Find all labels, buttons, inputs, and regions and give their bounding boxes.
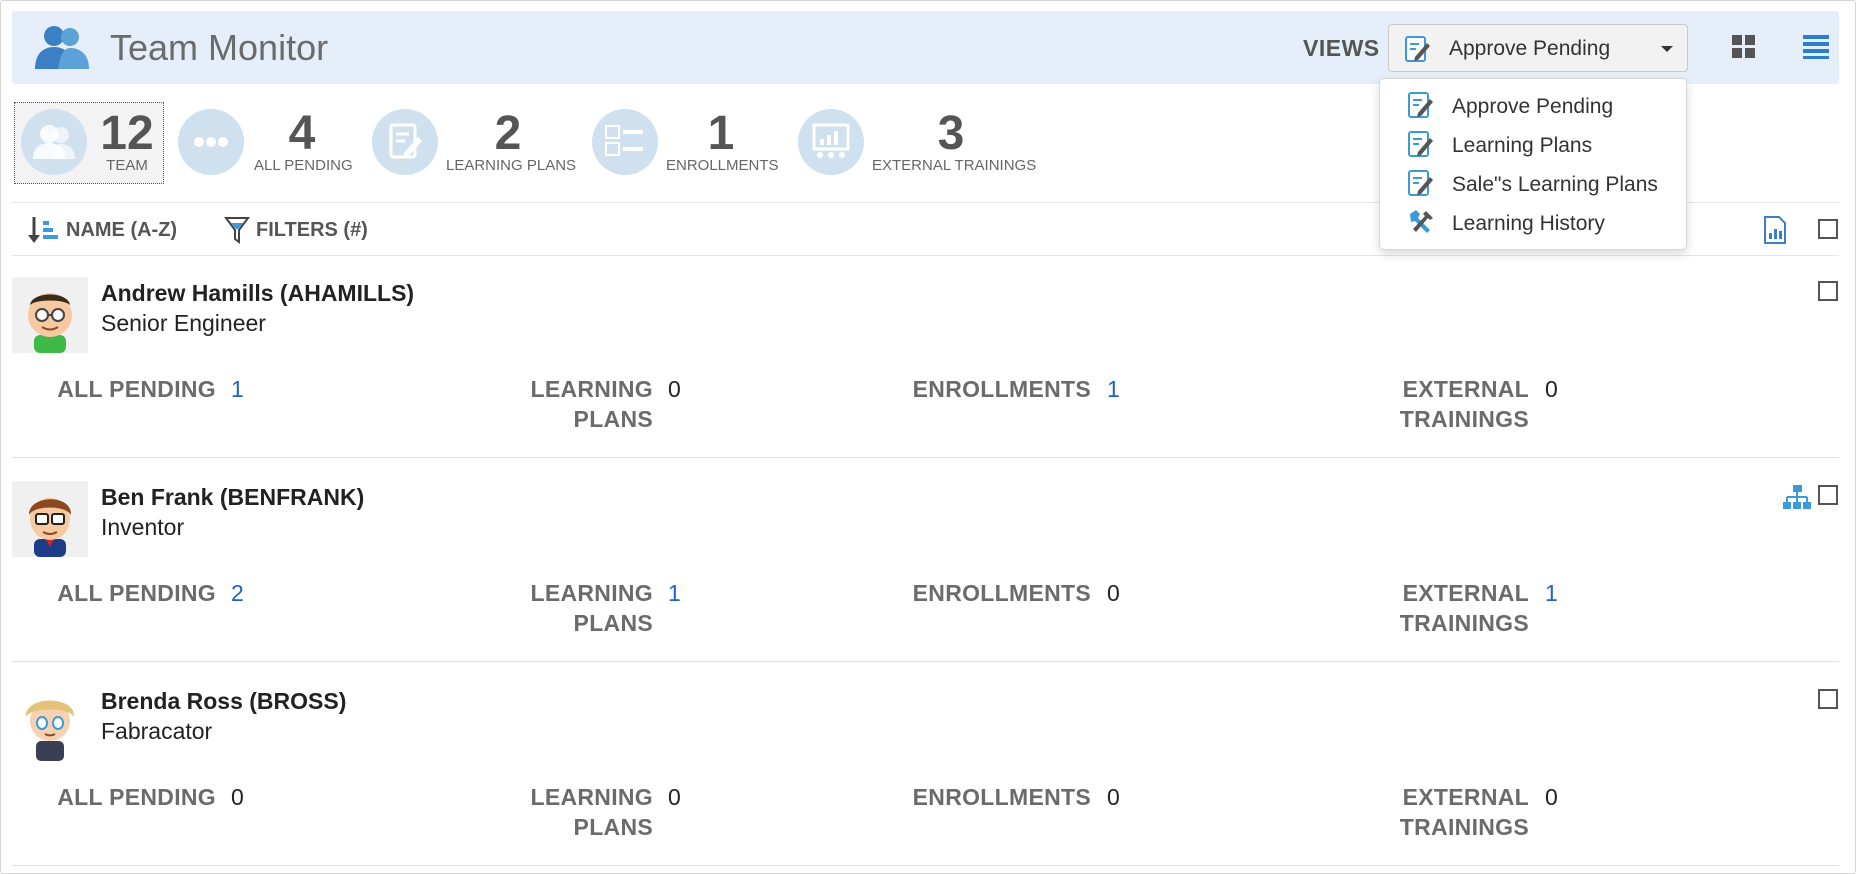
filter-button[interactable]: FILTERS (#) — [224, 215, 368, 245]
menu-item-learning-history[interactable]: Learning History — [1380, 204, 1686, 240]
metric-label-enrollments: ENROLLMENTS — [912, 580, 1091, 606]
person-role: Fabracator — [101, 718, 213, 744]
metric-value-all-pending[interactable]: 1 — [231, 374, 244, 404]
row-checkbox[interactable] — [1818, 281, 1838, 301]
metric-label-external-trainings: EXTERNAL TRAININGS — [1399, 376, 1529, 432]
metric-label-learning-plans: LEARNING PLANS — [530, 784, 653, 840]
sort-label: NAME (A-Z) — [66, 219, 178, 241]
metric-label-learning-plans: LEARNING PLANS — [530, 376, 653, 432]
select-all-checkbox[interactable] — [1818, 219, 1838, 239]
metric-value-learning-plans: 0 — [668, 784, 681, 810]
divider — [12, 457, 1839, 458]
menu-item-label: Sale"s Learning Plans — [1452, 173, 1658, 196]
menu-item-approve-pending[interactable]: Approve Pending — [1380, 87, 1686, 123]
edit-document-icon — [1408, 170, 1433, 196]
edit-document-icon — [1408, 131, 1433, 157]
metric-label-all-pending: ALL PENDING — [57, 376, 216, 402]
app-title: Team Monitor — [110, 27, 329, 68]
metric-label-enrollments: ENROLLMENTS — [912, 376, 1091, 402]
all-pending-label: ALL PENDING — [254, 157, 353, 174]
avatar — [12, 277, 88, 353]
team-count: 12 — [100, 107, 154, 160]
report-icon[interactable] — [1763, 216, 1787, 244]
metric-label-all-pending: ALL PENDING — [57, 580, 216, 606]
metric-value-learning-plans: 0 — [668, 376, 681, 402]
metric-value-enrollments: 0 — [1107, 580, 1120, 606]
enrollments-label: ENROLLMENTS — [666, 157, 779, 174]
avatar — [12, 481, 88, 557]
org-chart-icon[interactable] — [1783, 484, 1811, 512]
list-view-icon[interactable] — [1803, 35, 1829, 59]
person-name[interactable]: Brenda Ross (BROSS) — [101, 688, 346, 715]
metric-value-external-trainings: 0 — [1545, 376, 1558, 402]
metric-label-external-trainings: EXTERNAL TRAININGS — [1399, 580, 1529, 636]
metric-value-external-trainings: 0 — [1545, 784, 1558, 810]
all-pending-count: 4 — [288, 107, 316, 160]
enrollment-list-icon — [592, 109, 658, 175]
views-select[interactable]: Approve Pending — [1388, 24, 1688, 72]
metric-label-external-trainings: EXTERNAL TRAININGS — [1399, 784, 1529, 840]
sort-button[interactable]: NAME (A-Z) — [28, 215, 177, 245]
app-header: Team Monitor VIEWS Approve Pending — [12, 11, 1839, 84]
views-label: VIEWS — [1303, 35, 1380, 61]
more-dots-icon — [178, 109, 244, 175]
person-role: Senior Engineer — [101, 310, 266, 336]
metric-value-all-pending: 0 — [231, 784, 244, 810]
row-checkbox[interactable] — [1818, 689, 1838, 709]
team-users-icon — [21, 109, 87, 175]
learning-plans-label: LEARNING PLANS — [446, 157, 577, 174]
menu-item-sales-learning-plans[interactable]: Sale"s Learning Plans — [1380, 165, 1686, 201]
menu-item-label: Learning History — [1452, 212, 1605, 235]
chevron-down-icon — [1661, 46, 1673, 52]
edit-document-icon — [1408, 92, 1433, 118]
person-role: Inventor — [101, 514, 185, 540]
learning-plan-icon — [372, 109, 438, 175]
grid-view-icon[interactable] — [1732, 35, 1756, 59]
enrollments-count: 1 — [707, 107, 735, 160]
selected-view-text: Approve Pending — [1449, 37, 1611, 60]
external-trainings-label: EXTERNAL TRAININGS — [872, 157, 1037, 174]
sort-ascending-icon — [28, 217, 58, 243]
menu-item-label: Learning Plans — [1452, 134, 1593, 157]
menu-item-label: Approve Pending — [1452, 95, 1614, 118]
metric-label-all-pending: ALL PENDING — [57, 784, 216, 810]
metric-value-enrollments[interactable]: 1 — [1107, 374, 1120, 404]
person-name[interactable]: Ben Frank (BENFRANK) — [101, 484, 364, 511]
tools-icon — [1410, 210, 1433, 233]
learning-plans-count: 2 — [494, 107, 522, 160]
funnel-filter-icon — [224, 217, 250, 244]
filter-label: FILTERS (#) — [256, 219, 368, 241]
row-checkbox[interactable] — [1818, 485, 1838, 505]
metric-value-enrollments: 0 — [1107, 784, 1120, 810]
team-users-icon — [35, 26, 89, 69]
metric-value-learning-plans[interactable]: 1 — [668, 578, 681, 608]
team-label: TEAM — [106, 157, 148, 174]
views-dropdown-menu: Approve Pending Learning Plans Sale"s Le… — [1379, 78, 1687, 250]
divider — [12, 661, 1839, 662]
metric-label-learning-plans: LEARNING PLANS — [530, 580, 653, 636]
divider — [12, 255, 1839, 256]
edit-document-icon — [1405, 36, 1430, 62]
menu-item-learning-plans[interactable]: Learning Plans — [1380, 126, 1686, 162]
training-presentation-icon — [798, 109, 864, 175]
metric-value-external-trainings[interactable]: 1 — [1545, 578, 1558, 608]
divider — [12, 865, 1839, 866]
metric-label-enrollments: ENROLLMENTS — [912, 784, 1091, 810]
external-trainings-count: 3 — [937, 107, 965, 160]
metric-value-all-pending[interactable]: 2 — [231, 578, 244, 608]
avatar — [12, 685, 88, 761]
person-name[interactable]: Andrew Hamills (AHAMILLS) — [101, 280, 414, 307]
